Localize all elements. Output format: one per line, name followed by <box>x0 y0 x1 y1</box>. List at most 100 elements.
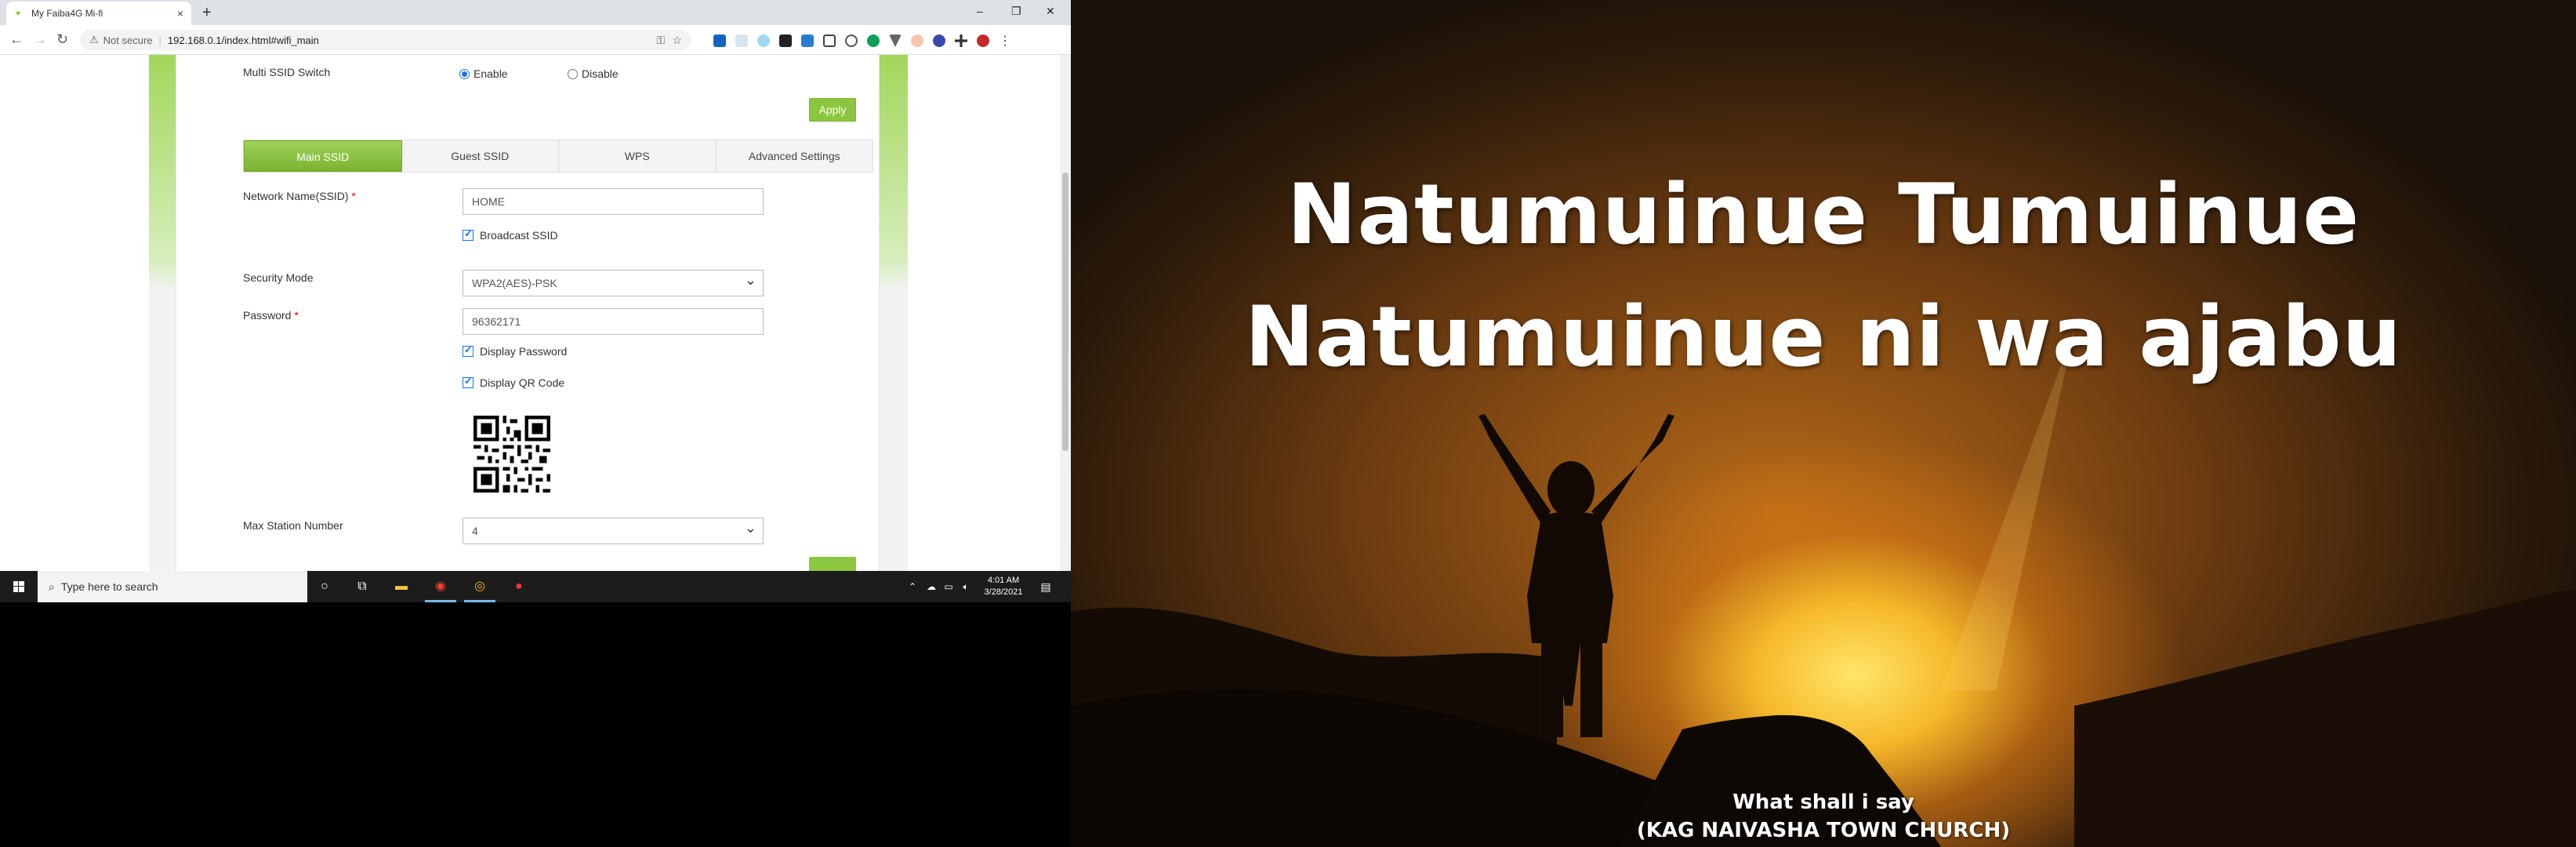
page-scrollbar[interactable] <box>1060 55 1071 571</box>
star-icon[interactable]: ☆ <box>672 30 682 50</box>
globe-icon[interactable] <box>845 35 858 47</box>
enable-radio[interactable]: Enable <box>459 67 508 80</box>
tab-close-icon[interactable]: × <box>177 7 183 20</box>
security-mode-select[interactable]: WPA2(AES)-PSK <box>463 267 764 296</box>
app-red-icon[interactable]: ● <box>511 579 527 594</box>
chrome-icon[interactable]: ◉ <box>433 579 448 594</box>
required-mark: * <box>294 309 299 322</box>
security-mode-value: WPA2(AES)-PSK <box>472 277 557 289</box>
filter-icon[interactable] <box>889 35 902 47</box>
max-station-value: 4 <box>472 525 478 537</box>
silhouette-landscape <box>1071 329 2576 847</box>
display-password-label: Display Password <box>480 345 568 358</box>
close-window-button[interactable]: ✕ <box>1046 5 1055 18</box>
ssid-tabs: Main SSID Guest SSID WPS Advanced Settin… <box>243 140 873 173</box>
clock-date: 3/28/2021 <box>984 587 1023 597</box>
password-label: Password * <box>243 309 299 322</box>
disable-radio[interactable]: Disable <box>568 67 619 80</box>
clock-time: 4:01 AM <box>987 576 1020 585</box>
warning-icon: ⚠ <box>89 34 99 45</box>
url-text: 192.168.0.1/index.html#wifi_main <box>167 34 319 46</box>
volume-icon[interactable]: 🔈︎ <box>958 579 974 594</box>
ssid-label-text: Network Name(SSID) <box>243 190 349 202</box>
lyric-line-1: Natumuinue Tumuinue <box>1286 166 2360 263</box>
extensions-bar: ⋮ <box>713 33 1011 49</box>
notifications-icon[interactable]: ▤ <box>1038 579 1054 594</box>
forward-icon[interactable]: → <box>33 31 47 47</box>
browser-tab[interactable]: ✦ My Faiba4G Mi-fi × <box>6 2 191 25</box>
start-button[interactable] <box>0 571 38 602</box>
left-decor <box>149 55 176 571</box>
active-app-indicator <box>425 600 456 602</box>
search-placeholder: Type here to search <box>60 580 158 593</box>
church-name: (KAG NAIVASHA TOWN CHURCH) <box>1636 819 2011 842</box>
extension-circle-icon[interactable] <box>757 35 770 47</box>
taskbar-search[interactable]: ⌕ Type here to search <box>38 571 307 602</box>
extension-green-icon[interactable] <box>867 35 880 47</box>
display-qr-label: Display QR Code <box>480 376 565 389</box>
multi-ssid-label: Multi SSID Switch <box>243 66 331 78</box>
enable-label: Enable <box>473 67 508 80</box>
address-bar[interactable]: ⚠ Not secure | 192.168.0.1/index.html#wi… <box>80 30 691 50</box>
checkbox-checked-icon <box>463 375 473 388</box>
extension-purple-icon[interactable] <box>933 35 945 47</box>
minimize-button[interactable]: – <box>977 5 983 17</box>
scrollbar-thumb[interactable] <box>1062 173 1068 451</box>
radio-unchecked-icon <box>568 68 578 79</box>
puzzle-icon[interactable] <box>955 35 967 47</box>
tab-title: My Faiba4G Mi-fi <box>31 8 103 19</box>
ssid-label: Network Name(SSID) * <box>243 190 356 202</box>
wifi-qr-code <box>473 416 550 493</box>
restore-button[interactable]: ❐ <box>1011 5 1021 18</box>
tray-chevron-icon[interactable]: ⌃ <box>905 579 920 594</box>
router-page: Multi SSID Switch Enable Disable Apply M… <box>0 55 1060 571</box>
disable-label: Disable <box>582 67 619 80</box>
file-explorer-icon[interactable]: ▬ <box>394 579 409 594</box>
apply-button-bottom[interactable] <box>809 557 856 571</box>
broadcast-ssid-checkbox[interactable]: Broadcast SSID <box>463 227 558 242</box>
tab-guest-ssid[interactable]: Guest SSID <box>402 140 559 172</box>
max-station-label: Max Station Number <box>243 519 343 532</box>
tab-main-ssid[interactable]: Main SSID <box>244 140 402 172</box>
tab-wps[interactable]: WPS <box>559 140 717 172</box>
security-mode-label: Security Mode <box>243 271 314 284</box>
desktop: ✦ My Faiba4G Mi-fi × + – ❐ ✕ ← → ↻ ⚠ Not… <box>0 0 2576 847</box>
reload-icon[interactable]: ↻ <box>56 31 68 47</box>
windows-logo-icon <box>13 581 24 592</box>
app-yellow-icon[interactable]: ◎ <box>472 579 488 594</box>
projector-slide: Natumuinue Tumuinue Natumuinue ni wa aja… <box>1071 0 2576 847</box>
clock[interactable]: 4:01 AM 3/28/2021 <box>975 575 1032 598</box>
display-qr-checkbox[interactable]: Display QR Code <box>463 375 565 389</box>
screenshot-icon[interactable] <box>823 35 836 47</box>
extension-page-icon[interactable] <box>735 35 748 47</box>
display-password-checkbox[interactable]: Display Password <box>463 344 568 358</box>
apply-button[interactable]: Apply <box>809 98 856 122</box>
key-icon[interactable]: ⚿ <box>656 30 665 50</box>
max-station-select[interactable]: 4 <box>463 515 764 544</box>
extension-b-icon[interactable] <box>713 35 726 47</box>
extension-square-icon[interactable] <box>779 35 792 47</box>
favicon-icon: ✦ <box>14 8 23 19</box>
new-tab-button[interactable]: + <box>202 5 212 20</box>
ssid-input[interactable]: HOME <box>463 188 764 215</box>
active-app-indicator <box>464 600 495 602</box>
password-input[interactable]: 96362171 <box>463 308 764 335</box>
not-secure-label: Not secure <box>103 34 153 46</box>
right-decor <box>880 55 908 571</box>
back-icon[interactable]: ← <box>9 31 24 47</box>
task-view-icon[interactable]: ⧉ <box>354 579 370 594</box>
network-icon[interactable]: ▭ <box>941 579 956 594</box>
onedrive-icon[interactable]: ☁ <box>923 579 939 594</box>
song-title: What shall i say <box>1732 791 1914 814</box>
radio-checked-icon <box>459 68 470 79</box>
tab-advanced-settings[interactable]: Advanced Settings <box>717 140 873 172</box>
cortana-icon[interactable]: ○ <box>317 579 332 594</box>
toolbar: ← → ↻ ⚠ Not secure | 192.168.0.1/index.h… <box>0 25 1071 55</box>
extension-face-icon[interactable] <box>911 35 923 47</box>
extension-blue-icon[interactable] <box>801 35 814 47</box>
taskbar: ⌕ Type here to search ○ ⧉ ▬ ◉ ◎ ● ⌃ ☁ ▭ … <box>0 571 1071 602</box>
menu-kebab-icon[interactable]: ⋮ <box>999 33 1011 49</box>
tab-strip: ✦ My Faiba4G Mi-fi × + – ❐ ✕ <box>0 0 1071 25</box>
password-label-text: Password <box>243 309 292 322</box>
profile-avatar[interactable] <box>977 35 989 47</box>
